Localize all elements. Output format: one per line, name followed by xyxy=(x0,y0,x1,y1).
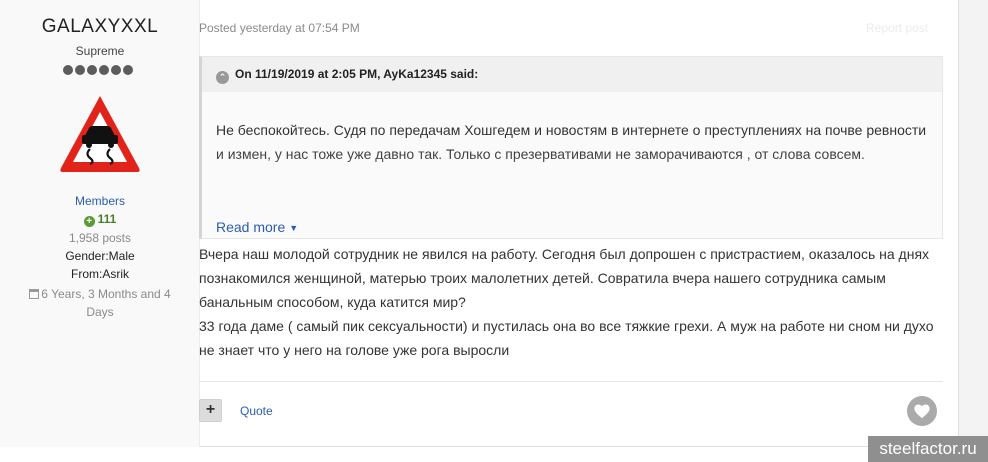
rank-pip-icon xyxy=(75,65,85,75)
author-avatar[interactable] xyxy=(57,92,143,176)
post-content: Вчера наш молодой сотрудник не явился на… xyxy=(199,246,934,358)
quote-button[interactable]: Quote xyxy=(240,404,273,418)
author-rank: Supreme xyxy=(75,44,125,58)
rank-pip-icon xyxy=(123,65,133,75)
like-button[interactable] xyxy=(907,396,937,426)
rank-pip-icon xyxy=(87,65,97,75)
quote-citation[interactable]: ⌃ On 11/19/2019 at 2:05 PM, AyKa12345 sai… xyxy=(202,57,942,92)
membership-duration: 6 Years, 3 Months and 4 Days xyxy=(41,287,171,319)
author-membership: 6 Years, 3 Months and 4 Days xyxy=(20,285,180,321)
calendar-icon xyxy=(29,289,40,299)
multiquote-button[interactable]: + xyxy=(199,399,222,422)
forum-post: GALAXYXXL Supreme Members +111 1,958 pos… xyxy=(0,0,958,447)
report-post-link[interactable]: Report post xyxy=(866,21,928,35)
author-panel: GALAXYXXL Supreme Members +111 1,958 pos… xyxy=(0,0,200,447)
rank-pips xyxy=(63,65,133,75)
post-divider xyxy=(199,381,943,382)
rank-pip-icon xyxy=(99,65,109,75)
author-group[interactable]: Members xyxy=(0,194,200,208)
reputation-value: 111 xyxy=(97,212,117,226)
chevron-circle-icon: ⌃ xyxy=(216,71,229,84)
caret-down-icon: ▼ xyxy=(289,223,299,233)
rank-pip-icon xyxy=(63,65,73,75)
right-gutter xyxy=(958,0,988,462)
quote-text: Не беспокойтесь. Судя по передачам Хошге… xyxy=(216,122,927,162)
read-more-label: Read more xyxy=(216,219,286,235)
author-gender: Gender:Male xyxy=(65,249,135,263)
post-timestamp[interactable]: Posted yesterday at 07:54 PM xyxy=(199,21,360,35)
author-reputation: +111 xyxy=(0,212,200,227)
author-post-count: 1,958 posts xyxy=(68,231,132,245)
author-username[interactable]: GALAXYXXL xyxy=(0,16,200,38)
heart-icon xyxy=(914,404,930,419)
author-location: From:Asrik xyxy=(71,267,129,281)
site-watermark: steelfactor.ru xyxy=(868,436,988,462)
read-more-link[interactable]: Read more ▼ xyxy=(216,219,298,235)
plus-circle-icon: + xyxy=(83,216,95,227)
quote-citation-text: On 11/19/2019 at 2:05 PM, AyKa12345 said… xyxy=(235,67,479,81)
quote-block: ⌃ On 11/19/2019 at 2:05 PM, AyKa12345 sai… xyxy=(199,56,943,239)
rank-pip-icon xyxy=(111,65,121,75)
